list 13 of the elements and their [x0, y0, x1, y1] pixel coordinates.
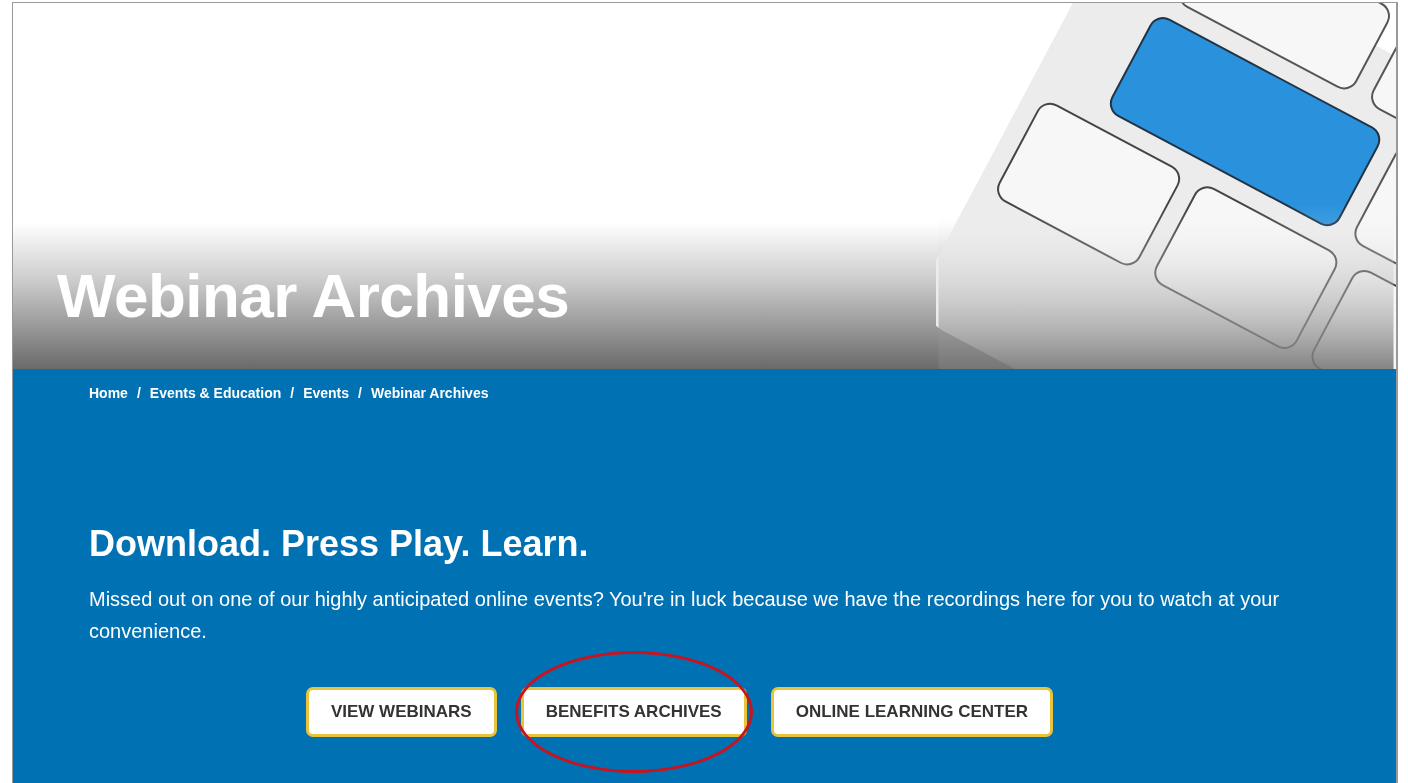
- nav-button[interactable]: BENEFITS ARCHIVES: [520, 687, 747, 737]
- breadcrumb-separator: /: [136, 385, 141, 401]
- page-title: Webinar Archives: [57, 260, 570, 331]
- breadcrumb-separator: /: [290, 385, 295, 401]
- nav-button[interactable]: ONLINE LEARNING CENTER: [770, 687, 1054, 737]
- breadcrumb-link[interactable]: Webinar Archives: [370, 385, 489, 401]
- section-heading: Download. Press Play. Learn.: [89, 523, 590, 565]
- intro-paragraph: Missed out on one of our highly anticipated online events? You're in luck because we have the recordings here for you to watch at your convenience.: [89, 587, 1281, 644]
- breadcrumb-separator: /: [358, 385, 362, 401]
- nav-button[interactable]: VIEW WEBINARS: [305, 687, 497, 737]
- breadcrumb-link[interactable]: Home: [89, 385, 128, 401]
- breadcrumb-link[interactable]: Events & Education: [149, 385, 282, 401]
- breadcrumb-link[interactable]: Events: [303, 385, 350, 401]
